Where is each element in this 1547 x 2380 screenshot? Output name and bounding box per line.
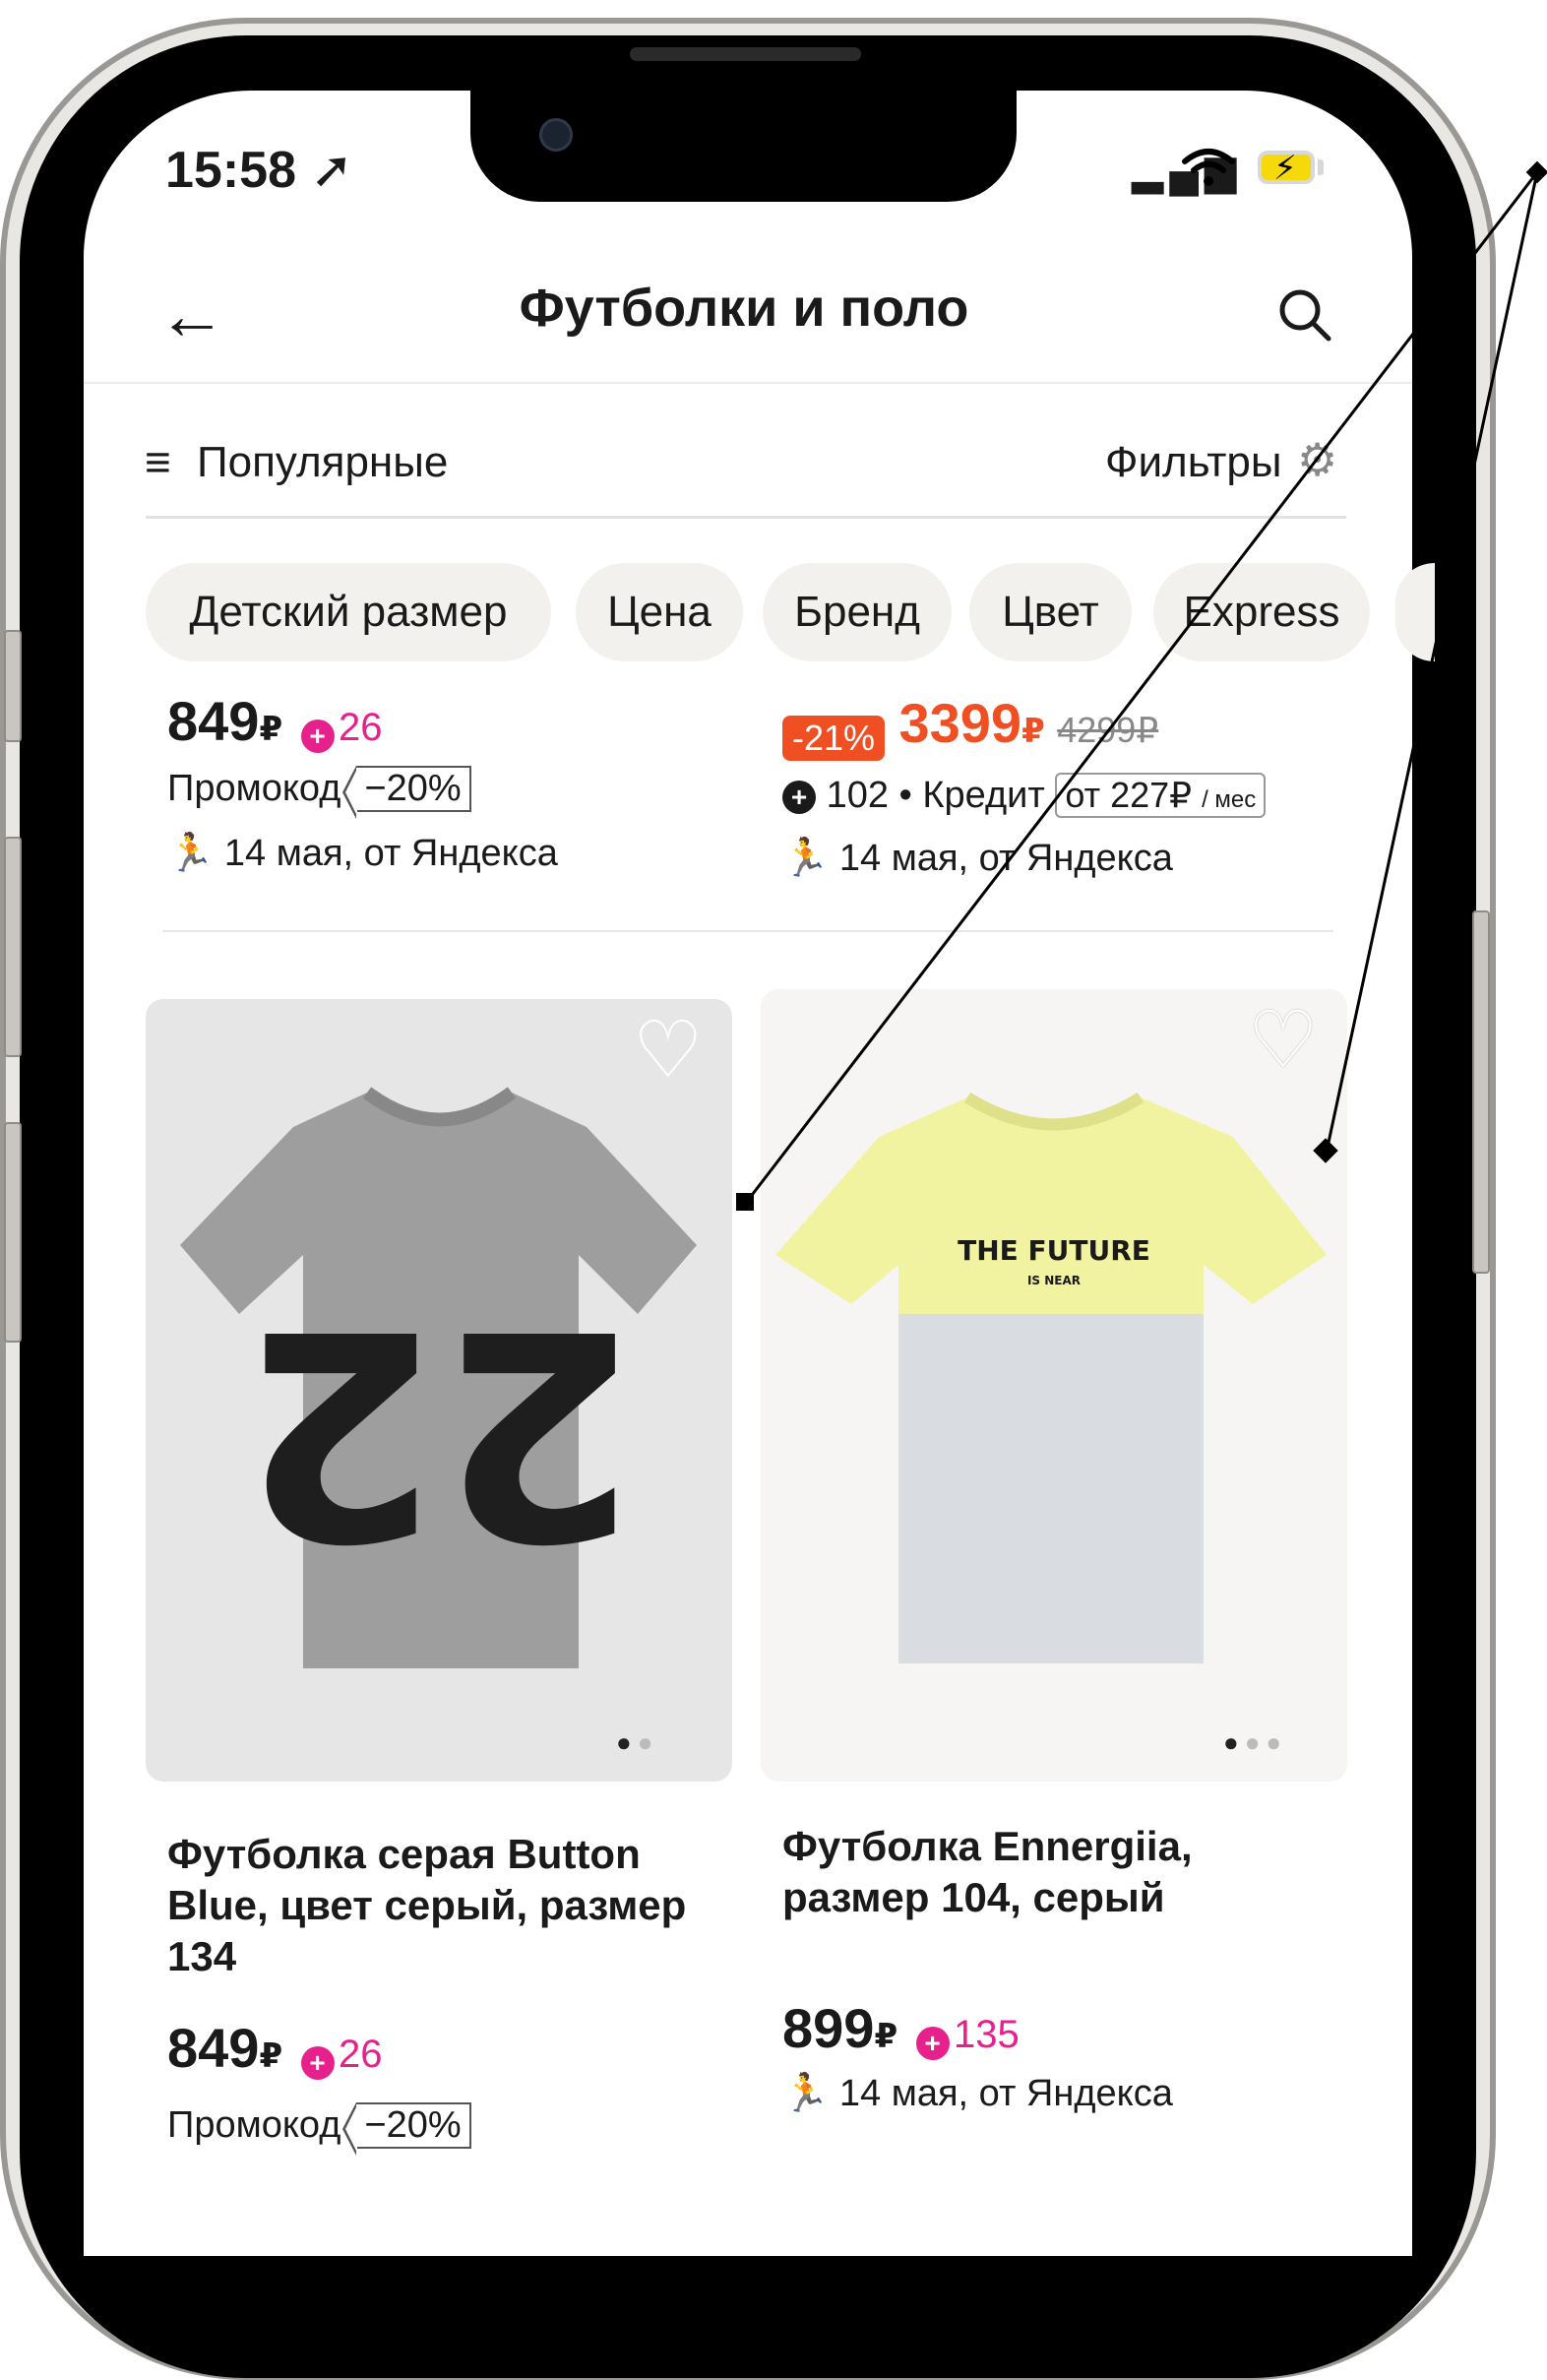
product-image[interactable]: THE FUTURE IS NEAR ♡ ●●● (761, 989, 1347, 1782)
header-divider (84, 382, 1412, 384)
volume-up-button (4, 837, 22, 1057)
delivery-row: 🏃 14 мая, от Яндекса (782, 2072, 1173, 2115)
print-main-text: THE FUTURE (958, 1234, 1150, 1267)
price-currency: ₽ (874, 2018, 898, 2055)
old-price: 4299₽ (1057, 710, 1159, 750)
chip-brand[interactable]: Бренд (763, 563, 952, 661)
favorite-heart-icon[interactable]: ♡ (633, 1004, 704, 1096)
price-currency: ₽ (259, 2037, 283, 2075)
volume-down-button (4, 1122, 22, 1343)
delivery-row: 🏃 14 мая, от Яндекса (167, 832, 558, 875)
chip-express[interactable]: Express (1153, 563, 1370, 661)
card-divider (162, 930, 1333, 932)
print-sub-text: IS NEAR (1027, 1274, 1081, 1287)
dot-separator: • (898, 775, 923, 816)
promo-label: Промокод (167, 768, 341, 809)
promo-tag: −20% (342, 2102, 471, 2156)
promo-tag: −20% (342, 766, 471, 819)
plus-points-icon: + (782, 780, 816, 814)
plus-points-icon: + (300, 719, 335, 753)
chip-price[interactable]: Цена (576, 563, 743, 661)
speaker-grill (630, 47, 861, 61)
gray-tshirt-image: 22 (180, 1087, 697, 1668)
credit-label: Кредит (922, 775, 1045, 816)
plus-points-icon: + (300, 2045, 335, 2080)
delivery-row: 🏃 14 мая, от Яндекса (782, 837, 1173, 880)
courier-icon: 🏃 (782, 838, 830, 879)
plus-points-icon: + (915, 2026, 950, 2060)
plus-credit-row: + 102 • Кредит от 227₽ / мес (782, 773, 1267, 818)
product-image[interactable]: 22 ♡ ●● (146, 999, 732, 1782)
front-camera (539, 118, 573, 152)
discount-badge: -21% (782, 715, 886, 761)
plus-points: 26 (339, 706, 383, 749)
promo-label: Промокод (167, 2104, 341, 2146)
image-pager-dots: ●● (616, 1727, 659, 1757)
courier-icon: 🏃 (782, 2073, 830, 2114)
sort-divider (146, 516, 1346, 519)
promo-row: Промокод −20% (167, 2102, 471, 2156)
sort-icon[interactable]: ≡ (145, 435, 171, 488)
plus-points: 135 (954, 2013, 1020, 2056)
sale-currency: ₽ (1021, 713, 1045, 750)
battery-tip (1318, 159, 1324, 175)
courier-icon: 🏃 (167, 833, 215, 874)
svg-text:22: 22 (240, 1266, 638, 1597)
search-icon[interactable] (1275, 285, 1334, 344)
top-right-price-row: -21% 3399₽ 4299₽ (782, 691, 1158, 761)
power-button (1472, 910, 1490, 1274)
delivery-text: 14 мая, от Яндекса (223, 833, 558, 874)
page-title: Футболки и поло (519, 279, 969, 338)
price-value: 849 (167, 690, 260, 752)
plus-points: 26 (339, 2033, 383, 2076)
product-title[interactable]: Футболка Ennergiia, размер 104, серый (782, 1821, 1294, 1923)
sort-button[interactable]: Популярные (197, 438, 448, 487)
mute-switch (4, 630, 22, 742)
chip-child-size[interactable]: Детский размер (146, 563, 551, 661)
wifi-icon (1182, 149, 1235, 186)
promo-row: Промокод −20% (167, 766, 471, 819)
chip-color[interactable]: Цвет (969, 563, 1132, 661)
price-value: 899 (782, 1997, 875, 2059)
credit-box: от 227₽ / мес (1055, 773, 1267, 818)
price-currency: ₽ (259, 711, 283, 748)
filters-button[interactable]: Фильтры (1105, 438, 1281, 487)
product-price-row: 849₽ + 26 (167, 2016, 383, 2080)
annotation-anchor (1525, 160, 1547, 184)
plus-points: 102 (826, 775, 889, 816)
product-price-row: 899₽ + 135 (782, 1996, 1020, 2060)
credit-unit: / мес (1202, 786, 1257, 813)
price-value: 849 (167, 2017, 260, 2079)
favorite-heart-icon[interactable]: ♡ (1248, 994, 1319, 1086)
credit-value: от 227₽ (1065, 775, 1193, 815)
top-left-price-row: 849₽ + 26 (167, 689, 383, 753)
delivery-text: 14 мая, от Яндекса (838, 2073, 1173, 2114)
delivery-text: 14 мая, от Яндекса (838, 838, 1173, 879)
status-time: 15:58 ➚ (165, 142, 354, 199)
filters-icon[interactable]: ⚙ (1297, 433, 1337, 486)
product-title[interactable]: Футболка серая Button Blue, цвет серый, … (167, 1829, 718, 1982)
sale-price: 3399 (898, 692, 1022, 754)
image-pager-dots: ●●● (1223, 1727, 1288, 1757)
charging-bolt-icon: ⚡ (1273, 150, 1297, 187)
yellow-gray-tshirt-image: THE FUTURE IS NEAR (775, 1092, 1327, 1663)
